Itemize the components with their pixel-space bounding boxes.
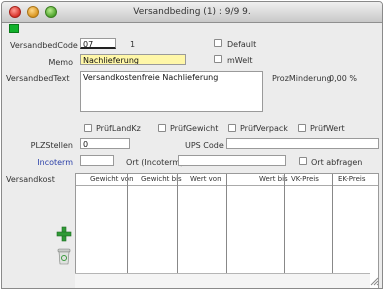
prufverpack-label: PrüfVerpack — [240, 124, 288, 133]
incoterm-link[interactable]: Incoterm — [10, 158, 73, 167]
upscode-field[interactable] — [226, 138, 379, 149]
ortincoterm-field[interactable] — [178, 155, 286, 166]
mwelt-checkbox[interactable] — [214, 55, 222, 63]
pruflandkz-label: PrüfLandKz — [96, 124, 141, 133]
column-divider — [332, 174, 333, 288]
memo-label: Memo — [48, 58, 73, 67]
memo-field[interactable]: Nachlieferung — [80, 54, 186, 65]
status-flag-icon — [9, 24, 19, 33]
ortabfragen-checkbox[interactable] — [299, 157, 307, 165]
window: Versandbeding (1) : 9/9 9. VersandbedCod… — [1, 1, 383, 289]
column-header-wert-von[interactable]: Wert von — [190, 175, 222, 183]
versandbedtext-label: VersandbedText — [6, 74, 70, 83]
column-header-vk-preis[interactable]: VK-Preis — [291, 175, 319, 183]
horizontal-scrollbar[interactable] — [75, 273, 370, 288]
titlebar: Versandbeding (1) : 9/9 9. — [2, 2, 382, 23]
prufwert-label: PrüfWert — [310, 124, 345, 133]
upscode-label: UPS Code — [185, 141, 224, 150]
default-label: Default — [227, 40, 257, 49]
column-header-ek-preis[interactable]: EK-Preis — [338, 175, 366, 183]
column-divider — [127, 174, 128, 288]
mwelt-label: mWelt — [227, 56, 253, 65]
ortincoterm-label: Ort (Incoterm) — [126, 158, 184, 167]
column-divider — [284, 174, 285, 288]
prufgewicht-checkbox[interactable] — [158, 124, 166, 132]
default-checkbox[interactable] — [214, 39, 222, 47]
column-header-gewicht-bis[interactable]: Gewicht bis — [141, 175, 182, 183]
versandbedcode-field[interactable]: 07 — [80, 38, 116, 49]
column-divider — [226, 174, 227, 288]
prozminderung-value[interactable]: 0,00 % — [329, 74, 357, 83]
prufwert-checkbox[interactable] — [298, 124, 306, 132]
versandbedcode-label: VersandbedCode — [10, 41, 78, 50]
prozminderung-label: ProzMinderung — [272, 74, 332, 83]
ortabfragen-label: Ort abfragen — [311, 158, 363, 167]
versandkost-label: Versandkost — [6, 175, 55, 184]
versandkost-table[interactable]: Gewicht von Gewicht bis Wert von Wert bi… — [75, 173, 379, 288]
plzstellen-field[interactable]: 0 — [80, 138, 130, 149]
trash-icon[interactable] — [57, 247, 71, 265]
prufgewicht-label: PrüfGewicht — [170, 124, 219, 133]
plus-icon[interactable] — [56, 226, 72, 242]
column-divider — [177, 174, 178, 288]
pruflandkz-checkbox[interactable] — [84, 124, 92, 132]
plzstellen-label: PLZStellen — [30, 141, 73, 150]
versandbedcode-number: 1 — [130, 40, 136, 49]
resize-grip-icon[interactable] — [369, 276, 379, 286]
versandbedtext-field[interactable]: Versandkostenfreie Nachlieferung — [80, 71, 263, 112]
prufverpack-checkbox[interactable] — [228, 124, 236, 132]
incoterm-field[interactable] — [80, 155, 114, 166]
window-title: Versandbeding (1) : 9/9 9. — [133, 7, 251, 17]
